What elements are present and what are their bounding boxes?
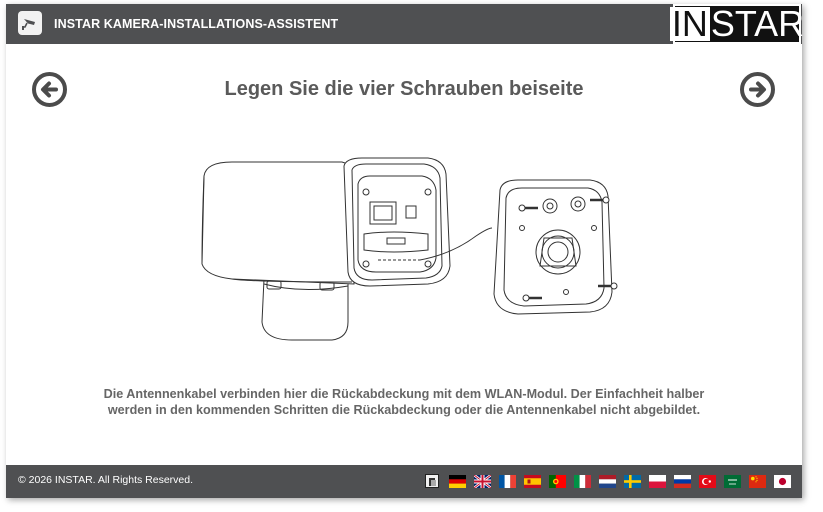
language-home-icon[interactable]	[425, 474, 439, 488]
arrow-left-icon	[41, 81, 58, 98]
previous-step-button[interactable]	[32, 72, 67, 107]
camera-icon	[18, 11, 42, 35]
logo-text-in: IN	[669, 3, 710, 44]
portuguese-flag[interactable]	[549, 475, 566, 488]
step-description: Die Antennenkabel verbinden hier die Rüc…	[66, 387, 742, 418]
app-title: INSTAR KAMERA-INSTALLATIONS-ASSISTENT	[54, 17, 339, 31]
polish-flag[interactable]	[649, 475, 666, 488]
swedish-flag[interactable]	[624, 475, 641, 488]
camera-disassembly-illustration	[201, 157, 618, 341]
header-bar: INSTAR KAMERA-INSTALLATIONS-ASSISTENT IN…	[6, 3, 805, 44]
russian-flag[interactable]	[674, 475, 691, 488]
instar-logo[interactable]: IN STAR	[669, 3, 805, 44]
arrow-right-icon	[749, 81, 766, 98]
description-line-2: werden in den kommenden Schritten die Rü…	[107, 402, 701, 417]
copyright-text: © 2026 INSTAR. All Rights Reserved.	[18, 474, 194, 486]
wizard-window: INSTAR KAMERA-INSTALLATIONS-ASSISTENT IN…	[6, 3, 805, 498]
italian-flag[interactable]	[574, 475, 591, 488]
chinese-flag[interactable]	[749, 475, 766, 488]
footer-bar: © 2026 INSTAR. All Rights Reserved.	[6, 465, 802, 498]
french-flag[interactable]	[499, 475, 516, 488]
uk-flag[interactable]	[474, 475, 491, 488]
step-title: Legen Sie die vier Schrauben beiseite	[224, 78, 584, 100]
logo-text-star: STAR	[710, 3, 805, 44]
spanish-flag[interactable]	[524, 475, 541, 488]
description-line-1: Die Antennenkabel verbinden hier die Rüc…	[103, 387, 705, 401]
turkish-flag[interactable]	[699, 475, 716, 488]
saudi-flag[interactable]	[724, 475, 741, 488]
next-step-button[interactable]	[740, 72, 775, 107]
german-flag[interactable]	[449, 475, 466, 488]
dutch-flag[interactable]	[599, 475, 616, 488]
japanese-flag[interactable]	[774, 475, 791, 488]
